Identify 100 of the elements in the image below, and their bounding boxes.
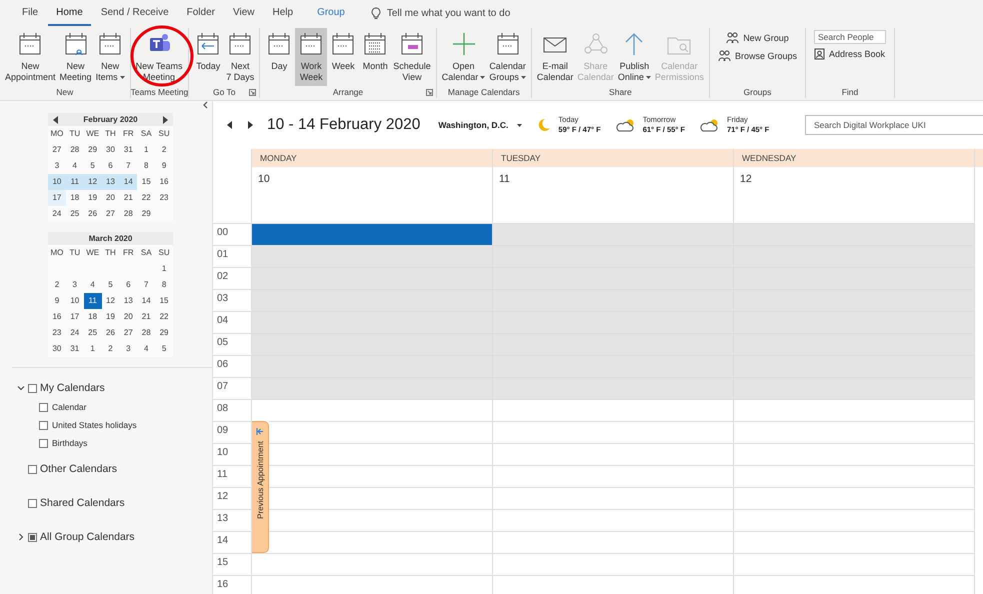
day-cell[interactable]: 27 [102, 206, 120, 222]
day-cell[interactable]: 11 [84, 293, 102, 309]
day-cell[interactable]: 29 [84, 142, 102, 158]
day-cell[interactable]: 26 [102, 325, 120, 341]
chevron-right-icon[interactable] [17, 533, 25, 541]
ribbon-button[interactable]: New Meeting [58, 28, 94, 86]
ribbon-button[interactable]: Publish Online [616, 28, 653, 86]
search-field[interactable]: Search Digital Workplace UKI [805, 115, 983, 135]
checkbox[interactable] [28, 464, 37, 474]
day-cell[interactable]: 14 [137, 293, 156, 309]
checkbox[interactable] [39, 438, 48, 448]
day-cell[interactable]: 15 [137, 174, 156, 190]
next-month-icon[interactable] [162, 116, 168, 124]
day-cell[interactable]: 18 [66, 190, 84, 206]
folder-label[interactable]: Shared Calendars [40, 497, 125, 509]
day-cell[interactable]: 2 [102, 341, 120, 357]
folder-label[interactable]: My Calendars [40, 382, 105, 394]
day-cell[interactable]: 22 [155, 309, 173, 325]
day-cell[interactable]: 4 [137, 341, 156, 357]
day-cell[interactable]: 18 [84, 309, 102, 325]
checkbox[interactable] [28, 498, 37, 508]
ribbon-tab[interactable]: Group [309, 0, 353, 26]
ribbon-button[interactable]: Work Week [295, 28, 328, 86]
ribbon-button[interactable]: Browse Groups [718, 48, 797, 64]
search-people-field[interactable]: Search People [814, 30, 886, 44]
day-cell[interactable]: 24 [48, 206, 66, 222]
day-cell[interactable]: 2 [155, 142, 173, 158]
day-cell[interactable]: 19 [102, 309, 120, 325]
day-cell[interactable]: 21 [119, 190, 138, 206]
day-cell[interactable]: 2 [48, 277, 66, 293]
previous-appointment-tab[interactable]: Previous Appointment [252, 421, 269, 553]
day-cell[interactable]: 29 [155, 325, 173, 341]
previous-week-icon[interactable] [227, 121, 233, 129]
day-cell[interactable]: 27 [119, 325, 138, 341]
day-cell[interactable]: 25 [84, 325, 102, 341]
time-slot[interactable] [252, 223, 492, 245]
ribbon-button[interactable]: Month [359, 28, 392, 86]
day-cell[interactable]: 19 [84, 190, 102, 206]
day-cell[interactable]: 8 [155, 277, 173, 293]
day-cell[interactable]: 4 [66, 158, 84, 174]
day-cell[interactable]: 23 [48, 325, 66, 341]
day-cell[interactable]: 17 [48, 190, 66, 206]
day-cell[interactable]: 21 [137, 309, 156, 325]
checkbox[interactable] [28, 384, 37, 392]
day-cell[interactable]: 3 [119, 341, 138, 357]
ribbon-button[interactable]: Day [263, 28, 296, 86]
day-cell[interactable]: 5 [84, 158, 102, 174]
day-cell[interactable]: 4 [84, 277, 102, 293]
day-cell[interactable]: 20 [102, 190, 120, 206]
checkbox[interactable] [39, 420, 48, 430]
day-cell[interactable]: 10 [66, 293, 84, 309]
day-cell[interactable]: 13 [119, 293, 138, 309]
ribbon-button[interactable]: Schedule View [391, 28, 433, 86]
ribbon-button[interactable]: Today [192, 28, 224, 86]
ribbon-tab[interactable]: View [225, 0, 262, 26]
calendar-label[interactable]: Birthdays [52, 438, 88, 448]
calendar-label[interactable]: United States holidays [52, 420, 137, 430]
day-cell[interactable]: 11 [66, 174, 84, 190]
day-cell[interactable]: 12 [102, 293, 120, 309]
day-cell[interactable]: 30 [48, 341, 66, 357]
next-week-icon[interactable] [247, 121, 253, 129]
day-cell[interactable]: 6 [102, 158, 120, 174]
previous-month-icon[interactable] [53, 116, 59, 124]
ribbon-tab[interactable]: Home [48, 0, 91, 26]
ribbon-button[interactable]: E-mail Calendar [534, 28, 576, 86]
ribbon-tab[interactable]: File [14, 0, 46, 26]
day-cell[interactable]: 1 [155, 261, 173, 277]
dialog-launcher-icon[interactable] [249, 89, 256, 96]
day-cell[interactable]: 29 [137, 206, 156, 222]
day-cell[interactable]: 7 [137, 277, 156, 293]
ribbon-button[interactable]: Open Calendar [440, 28, 488, 86]
day-cell[interactable]: 12 [84, 174, 102, 190]
day-cell[interactable]: 5 [155, 341, 173, 357]
ribbon-button[interactable]: Address Book [814, 46, 885, 62]
ribbon-button[interactable]: Next 7 Days [224, 28, 256, 86]
day-cell[interactable]: 22 [137, 190, 156, 206]
day-cell[interactable]: 28 [119, 206, 138, 222]
collapse-icon[interactable] [203, 101, 208, 109]
day-cell[interactable]: 5 [102, 277, 120, 293]
day-cell[interactable]: 15 [155, 293, 173, 309]
day-cell[interactable]: 20 [119, 309, 138, 325]
day-cell[interactable]: 24 [66, 325, 84, 341]
day-cell[interactable]: 28 [137, 325, 156, 341]
chevron-down-icon[interactable] [17, 384, 25, 392]
day-cell[interactable]: 30 [102, 142, 120, 158]
day-cell[interactable]: 3 [66, 277, 84, 293]
day-cell[interactable]: 31 [119, 142, 138, 158]
ribbon-button[interactable]: Calendar Groups [487, 28, 528, 86]
day-cell[interactable]: 28 [66, 142, 84, 158]
calendar-label[interactable]: Calendar [52, 402, 86, 412]
day-cell[interactable]: 9 [48, 293, 66, 309]
ribbon-button[interactable]: New Items [94, 28, 127, 86]
day-cell[interactable]: 14 [119, 174, 138, 190]
day-cell[interactable]: 7 [119, 158, 138, 174]
day-cell[interactable]: 13 [102, 174, 120, 190]
day-cell[interactable]: 9 [155, 158, 173, 174]
day-cell[interactable]: 25 [66, 206, 84, 222]
day-cell[interactable]: 31 [66, 341, 84, 357]
day-cell[interactable]: 16 [48, 309, 66, 325]
ribbon-tab[interactable]: Help [264, 0, 302, 26]
